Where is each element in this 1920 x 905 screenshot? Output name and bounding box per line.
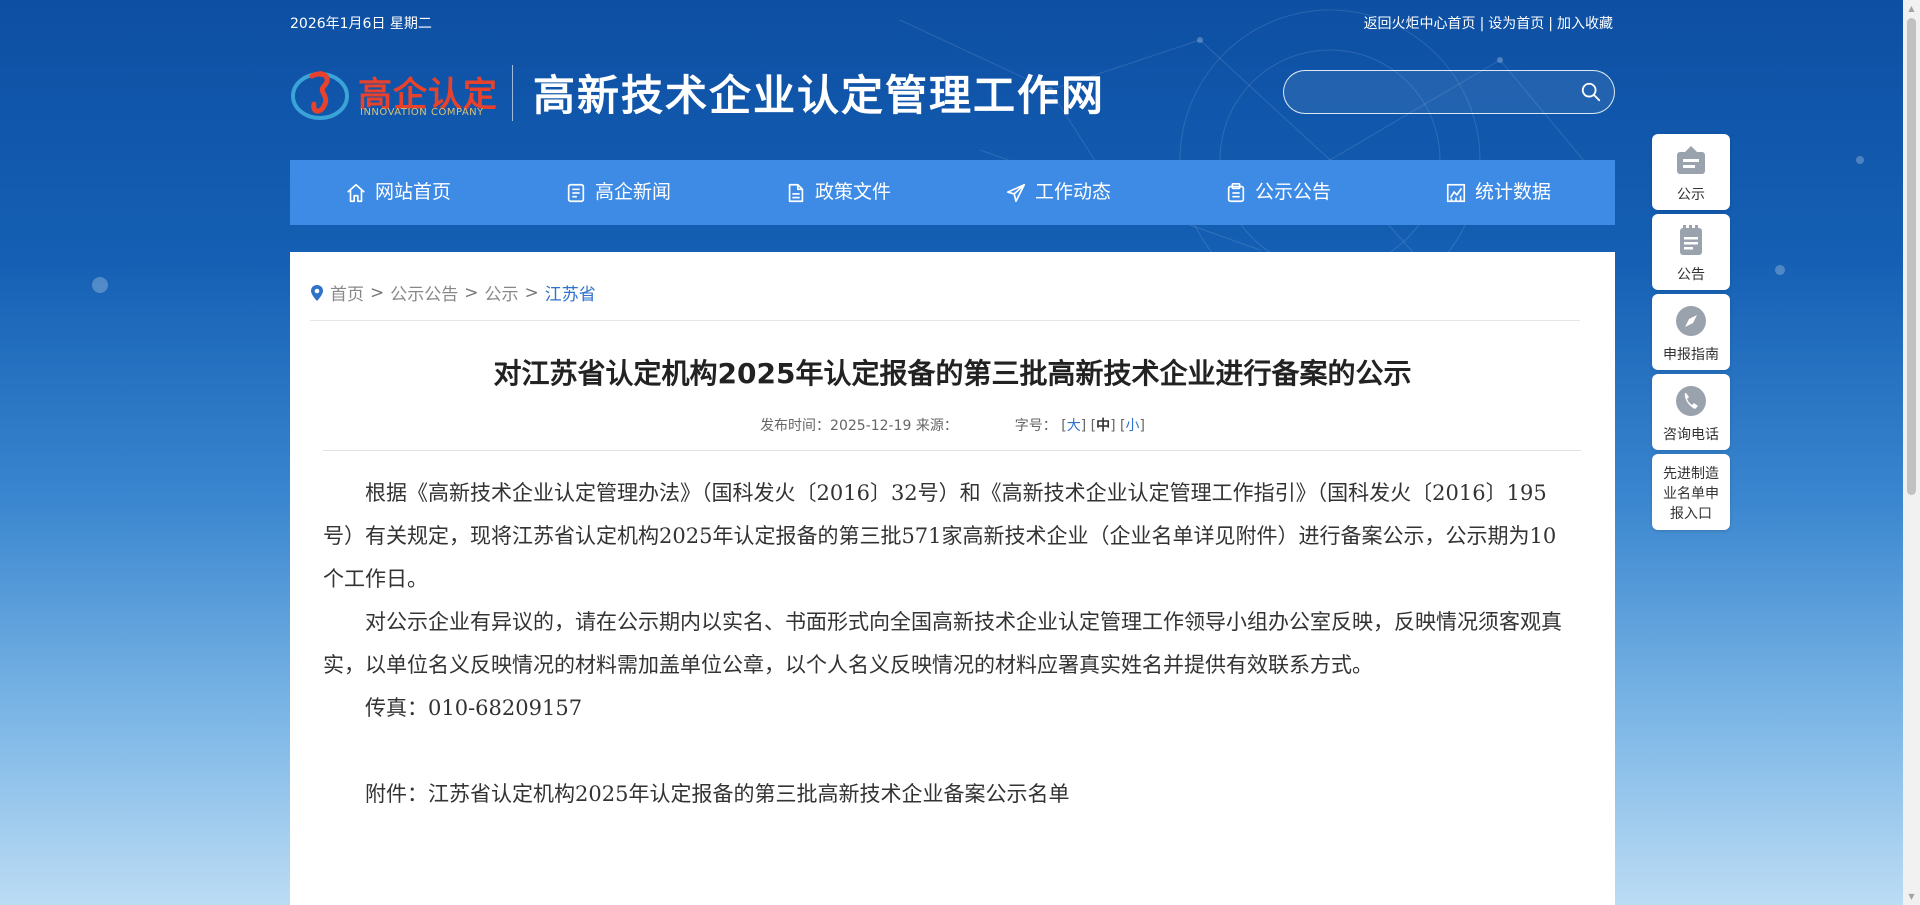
nav-item-policy[interactable]: 政策文件 (785, 160, 891, 225)
nav-item-label: 政策文件 (815, 181, 892, 203)
sidebar-item-hotline[interactable]: 咨询电话 (1652, 374, 1730, 450)
font-size-large[interactable]: 大 (1067, 418, 1081, 434)
publish-time: 发布时间：2025-12-19 来源： (760, 418, 958, 434)
nav-item-home[interactable]: 网站首页 (345, 160, 451, 225)
nav-item-label: 公示公告 (1255, 181, 1332, 203)
link-add-favorite[interactable]: 加入收藏 (1557, 16, 1613, 32)
breadcrumb-current[interactable]: 江苏省 (545, 280, 596, 305)
breadcrumb-separator: > (464, 282, 479, 303)
announcement-board-icon (1677, 146, 1705, 174)
paper-plane-icon (1006, 183, 1026, 202)
breadcrumb-public-notice[interactable]: 公示 (485, 280, 519, 305)
breadcrumb-announcements[interactable]: 公示公告 (390, 280, 458, 305)
nav-item-label: 统计数据 (1475, 181, 1552, 203)
top-links: 返回火炬中心首页 | 设为首页 | 加入收藏 (1363, 16, 1613, 32)
sidebar-item-application-guide[interactable]: 申报指南 (1652, 294, 1730, 370)
nav-item-label: 工作动态 (1035, 181, 1112, 203)
document-icon (788, 183, 804, 202)
search-box (1283, 70, 1615, 114)
breadcrumb: 首页 > 公示公告 > 公示 > 江苏省 (310, 280, 596, 305)
article-meta: 发布时间：2025-12-19 来源： 字号： [大] [中] [小] (290, 415, 1615, 435)
logo-divider (512, 65, 513, 121)
link-torch-center-home[interactable]: 返回火炬中心首页 (1364, 16, 1476, 32)
location-pin-icon (311, 284, 323, 301)
nav-item-work-updates[interactable]: 工作动态 (1005, 160, 1111, 225)
chart-icon (1446, 183, 1466, 202)
breadcrumb-separator: > (370, 282, 385, 303)
nav-item-statistics[interactable]: 统计数据 (1445, 160, 1551, 225)
top-bar: 2026年1月6日 星期二 返回火炬中心首页 | 设为首页 | 加入收藏 (290, 0, 1615, 44)
logo-emblem-icon (291, 71, 349, 120)
sidebar-item-public-notice[interactable]: 公示 (1652, 134, 1730, 210)
nav-item-label: 网站首页 (375, 181, 452, 203)
main-nav: 网站首页 高企新闻 政策文件 工作动态 公示公告 统计数据 (290, 160, 1615, 225)
fax-number: 传真：010-68209157 (365, 696, 583, 720)
site-header: 高企认定 INNOVATION COMPANY 高新技术企业认定管理工作网 (290, 50, 1615, 160)
divider (323, 450, 1581, 451)
font-size-label: 字号： (1014, 418, 1057, 434)
article-paragraph: 对公示企业有异议的，请在公示期内以实名、书面形式向全国高新技术企业认定管理工作领… (323, 610, 1562, 677)
link-set-homepage[interactable]: 设为首页 (1488, 16, 1544, 32)
sidebar-item-announcement[interactable]: 公告 (1652, 214, 1730, 290)
search-icon[interactable] (1580, 81, 1602, 103)
breadcrumb-home[interactable]: 首页 (330, 280, 364, 305)
nav-item-announcements[interactable]: 公示公告 (1225, 160, 1331, 225)
sidebar-item-advanced-manufacturing-entry[interactable]: 先进制造业名单申报入口 (1652, 454, 1730, 530)
sidebar-item-label: 先进制造业名单申报入口 (1663, 466, 1719, 522)
compass-icon (1676, 306, 1706, 336)
scrollbar-thumb[interactable] (1907, 18, 1916, 495)
article-paragraph: 根据《高新技术企业认定管理办法》（国科发火〔2016〕32号）和《高新技术企业认… (323, 481, 1557, 591)
page-scrollbar[interactable]: ▲ ▼ (1903, 0, 1920, 905)
site-logo[interactable]: 高企认定 INNOVATION COMPANY (290, 55, 540, 130)
clipboard-icon (1227, 182, 1245, 202)
article-panel: 首页 > 公示公告 > 公示 > 江苏省 对江苏省认定机构2025年认定报备的第… (290, 252, 1615, 905)
article-body: 根据《高新技术企业认定管理办法》（国科发火〔2016〕32号）和《高新技术企业认… (323, 472, 1571, 816)
logo-text-en: INNOVATION COMPANY (360, 107, 484, 118)
news-icon (567, 183, 585, 202)
breadcrumb-separator: > (524, 282, 539, 303)
article-title: 对江苏省认定机构2025年认定报备的第三批高新技术企业进行备案的公示 (493, 357, 1412, 390)
sidebar-item-label: 申报指南 (1663, 347, 1719, 363)
nav-item-label: 高企新闻 (595, 181, 672, 203)
scroll-down-arrow-icon[interactable]: ▼ (1903, 888, 1920, 905)
search-input[interactable] (1302, 80, 1566, 106)
font-size-small[interactable]: 小 (1125, 418, 1139, 434)
sidebar-item-label: 公示 (1677, 187, 1705, 203)
site-title: 高新技术企业认定管理工作网 (533, 71, 1106, 120)
sidebar-item-label: 咨询电话 (1663, 427, 1719, 443)
nav-item-news[interactable]: 高企新闻 (565, 160, 671, 225)
phone-icon (1676, 386, 1706, 416)
notepad-icon (1680, 225, 1702, 255)
home-icon (347, 183, 365, 202)
current-date: 2026年1月6日 星期二 (290, 16, 432, 32)
scroll-up-arrow-icon[interactable]: ▲ (1903, 0, 1920, 17)
font-size-medium[interactable]: 中 (1096, 418, 1110, 434)
attachment-link[interactable]: 附件：江苏省认定机构2025年认定报备的第三批高新技术企业备案公示名单 (323, 773, 1571, 816)
divider (310, 320, 1580, 321)
sidebar-item-label: 公告 (1677, 267, 1705, 283)
font-size-options: [大] [中] [小] (1061, 418, 1145, 434)
